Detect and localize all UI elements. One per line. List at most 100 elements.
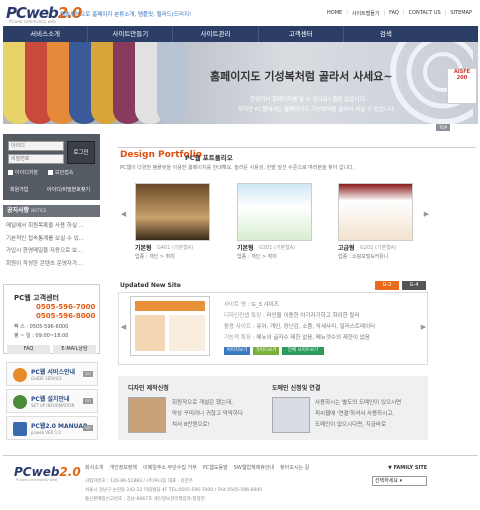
portfolio-item[interactable]: 기본형 G401 (기본형A) 업종 : 개인 > 취미	[135, 183, 210, 263]
next-arrow-icon[interactable]: ▶	[420, 320, 427, 334]
checkbox-icon	[48, 170, 53, 175]
notice-item[interactable]: 회원이 작성한 콘텐츠 운영자가...	[6, 258, 100, 271]
manual-icon	[13, 422, 27, 436]
checkbox-icon	[8, 170, 13, 175]
divider	[118, 147, 476, 148]
site-name-row: 사이트 명 : G_3 샤이즈	[224, 302, 279, 308]
domain-request-image[interactable]	[272, 397, 310, 433]
save-id-checkbox[interactable]: 아이디저장	[8, 169, 38, 176]
footer-links: 회사소개 개인정보정책 이메일주소 무단수집 거부 PC웹도움말 SW웹업체제휴…	[85, 464, 309, 471]
office-hours: 평 ~ 일 : 09:00~18:00	[14, 333, 69, 339]
login-button[interactable]: 로그인	[67, 141, 95, 164]
notice-item[interactable]: 가입시 환영메일을 자동으로 보...	[6, 245, 100, 258]
tab-g4[interactable]: G-4	[402, 281, 426, 290]
notice-item[interactable]: 기본적인 접속통계를 보실 수 있...	[6, 233, 100, 246]
shirt-image	[157, 42, 187, 124]
find-account-link[interactable]: 아이디/비밀번호찾기	[47, 186, 90, 193]
footer-link[interactable]: SW웹업체제휴안내	[234, 464, 274, 471]
domain-request-text: 사용하시는 별도의 도메인이 있으시면 피씨웹에 '연결'하셔서 사용하시고, 도메…	[315, 400, 402, 428]
faq-button[interactable]: FAQ	[7, 345, 50, 354]
portfolio-item[interactable]: 기본형 G301 (기본형A) 업종 : 개인 > 취미	[237, 183, 312, 263]
setup-icon	[13, 395, 27, 409]
password-input[interactable]: 비밀번호	[8, 154, 64, 164]
top-link-sitemap[interactable]: SITEMAP	[450, 10, 472, 17]
prev-arrow-icon[interactable]: ◀	[120, 207, 127, 221]
email-consult-button[interactable]: E-MAIL상담	[53, 345, 96, 354]
nav-item-search[interactable]: 검색	[344, 26, 428, 42]
updated-site-thumbnail[interactable]	[130, 296, 210, 356]
go-button[interactable]: GO	[83, 398, 93, 404]
company-address: 서울시 강남구 논현동 242-22 미림빌딩 4F TEL:0505-596-…	[85, 488, 263, 493]
service-guide-banner[interactable]: PC웹 서비스안내 GUIDE SERVICE GO	[6, 362, 98, 386]
aisfe-badge[interactable]: AISFE 200	[447, 68, 477, 104]
phone-1: 0505-596-7000	[36, 303, 96, 311]
main-nav: 서비스소개 사이트만들기 사이트관리 고객센터 검색	[3, 26, 428, 42]
top-links: HOME | 사이트맵들기 | FAQ | CONTACT US | SITEMAP	[327, 10, 472, 17]
feature-row: 기능적 특징 : 메뉴의 글자수 제한 없음, 메뉴갯수의 제한이 없음	[224, 335, 370, 341]
go-button[interactable]: GO	[83, 425, 93, 431]
footer-logo-subtitle: PCweb community web	[16, 478, 57, 482]
portfolio-thumbnail[interactable]	[135, 183, 210, 241]
family-site-select[interactable]: 선택하세요 ▾	[372, 476, 427, 486]
footer-logo: PCweb2.0	[14, 465, 81, 479]
customer-center-box: PC웹 고객센터 0505-596-7000 0505-596-8000 팩 스…	[3, 284, 100, 354]
company-registration: 통신판매업신고번호 : 강남-6667호 개인정보관리책임자:정형진	[85, 497, 205, 502]
setup-guide-banner[interactable]: PC웹 설치안내 SET UP INFORMATION GO	[6, 389, 98, 413]
design-request-image[interactable]	[128, 397, 166, 433]
hero-line-2: 하지만 PC웹에서는 홈페이지도 기성복처럼 골라서 사실 수 있습니다.	[238, 107, 396, 113]
next-arrow-icon[interactable]: ▶	[423, 207, 430, 221]
manual-banner[interactable]: PC웹2.0 MANUAR pcweb VER 1.0 GO	[6, 416, 98, 440]
portfolio-item[interactable]: 고급형 G202 (기본형A) 업종 : 쇼핑포털&커뮤니	[338, 183, 413, 263]
portfolio-description: PC웹이 다양한 템플릿을 이용한 홈페이지를 안내해요. 놀라운 사용성, 한…	[120, 165, 355, 171]
prev-arrow-icon[interactable]: ◀	[120, 320, 127, 334]
nav-filler	[428, 26, 478, 42]
view-image-button[interactable]: 이미지보기	[224, 347, 250, 355]
footer-link[interactable]: 개인정보정책	[109, 464, 137, 471]
notice-title: 공지사항	[7, 207, 30, 214]
portfolio-title-kr: PC웹 포트폴리오	[185, 154, 233, 162]
footer-link[interactable]: 찾아오시는 길	[280, 464, 309, 471]
hero-headline: 홈페이지도 기성복처럼 골라서 사세요~	[210, 70, 393, 83]
view-guide-button[interactable]: 가이드보기	[253, 347, 279, 355]
portfolio-thumbnail[interactable]	[237, 183, 312, 241]
aisfe-badge-text: AISFE 200	[453, 69, 471, 81]
hero-line-1: 한권이서 홈페이지를 살 수 있나요? 물론 없습니다.	[250, 97, 367, 103]
tab-g3[interactable]: G-3	[375, 281, 399, 290]
portfolio-thumbnail[interactable]	[338, 183, 413, 241]
view-site-button[interactable]: 전체 사이트보기	[282, 347, 324, 355]
footer-link[interactable]: PC웹도움말	[203, 464, 228, 471]
notice-header: 공지사항 NOTICE	[3, 205, 100, 217]
logo-subtitle: PCweb community web	[9, 19, 56, 24]
top-link-contact[interactable]: CONTACT US	[409, 10, 441, 17]
design-concept-row: 디자인컨셉 특징 : 라인을 이용한 아기자기하고 화려한 컬러	[224, 313, 360, 319]
top-link-home[interactable]: HOME	[327, 10, 342, 17]
updated-title: Updated New Site	[120, 282, 181, 289]
secure-login-checkbox[interactable]: 보안접속	[48, 169, 73, 176]
tagline: 웹솔루션으로 홈페이지 분류소개, 템플릿, 캘러드(드리지!	[60, 12, 192, 18]
service-icon	[13, 368, 27, 382]
notice-item[interactable]: 메일에서 회원목록을 사용 하실 ...	[6, 220, 100, 233]
family-site-label: ▼ FAMILY SITE	[388, 465, 428, 471]
company-info: 사업자번호 : 120-86-51883 / (주)투니휴 대표 : 김한주	[85, 479, 193, 484]
top-button[interactable]: TOP	[436, 124, 450, 131]
nav-item-support[interactable]: 고객센터	[259, 26, 344, 42]
nav-item-service[interactable]: 서비스소개	[3, 26, 89, 42]
nav-item-manage[interactable]: 사이트관리	[173, 26, 259, 42]
notice-list: 메일에서 회원목록을 사용 하실 ... 기본적인 접속통계를 보실 수 있..…	[6, 220, 100, 270]
footer-link[interactable]: 회사소개	[85, 464, 103, 471]
notice-title-sub: NOTICE	[31, 208, 47, 213]
footer-divider	[3, 455, 478, 456]
fax-number: 팩 스 : 0505-596-6000	[14, 324, 69, 330]
design-request-title[interactable]: 디자인 제작신청	[128, 383, 169, 392]
phone-2: 0505-596-8000	[36, 312, 96, 320]
nav-item-make[interactable]: 사이트만들기	[88, 26, 174, 42]
design-request-text: 회원작으로 개설은 했는데, 막상 꾸미려니 귀찮고 막막하다 쳐서 8만원으로!	[172, 400, 244, 428]
id-input[interactable]: 아이디	[8, 141, 64, 151]
top-link-faq[interactable]: FAQ	[389, 10, 399, 17]
go-button[interactable]: GO	[83, 371, 93, 377]
footer-link[interactable]: 이메일주소 무단수집 거부	[143, 464, 197, 471]
top-link-site[interactable]: 사이트맵들기	[352, 10, 380, 17]
join-link[interactable]: 회원가입	[10, 186, 28, 193]
domain-request-title[interactable]: 도메인 신청및 연결	[272, 383, 320, 392]
usage-row: 활용 사이트 : 유아, 개인, 장난감, 소품, 악세사리, 일러스트레이터	[224, 324, 376, 330]
